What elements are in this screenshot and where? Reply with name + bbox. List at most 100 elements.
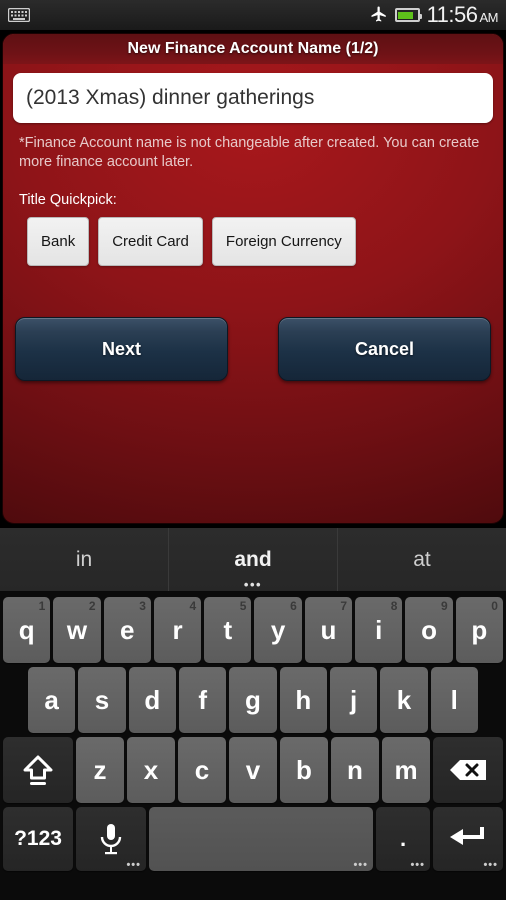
suggestion-item[interactable]: and ••• <box>168 528 337 591</box>
space-key[interactable]: ••• <box>149 807 373 871</box>
key-label: w <box>66 614 88 645</box>
shift-icon[interactable] <box>3 737 73 803</box>
key-label: o <box>421 614 437 645</box>
symbols-label: ?123 <box>14 827 62 850</box>
key-num-label: 7 <box>340 599 348 613</box>
key-z[interactable]: z <box>76 737 124 803</box>
key-label: y <box>270 614 286 645</box>
key-y[interactable]: 6y <box>254 597 302 663</box>
key-label: g <box>245 684 261 715</box>
key-label: z <box>93 754 107 785</box>
key-u[interactable]: 7u <box>304 597 353 663</box>
keyboard-row-1: 1q 2w 3e 4r 5t 6y 7u 8i 9o 0p <box>0 597 506 663</box>
period-label: . <box>399 826 407 851</box>
key-more-icon: ••• <box>483 859 498 871</box>
status-clock: 11:56 AM <box>427 2 499 28</box>
key-label: b <box>296 754 312 785</box>
quickpick-credit-card-button[interactable]: Credit Card <box>98 217 203 267</box>
key-label: v <box>245 754 261 785</box>
key-q[interactable]: 1q <box>3 597 51 663</box>
quickpick-bank-button[interactable]: Bank <box>27 217 90 267</box>
symbols-key[interactable]: ?123 <box>3 807 73 871</box>
key-label: n <box>347 754 363 785</box>
keyboard-row-3: z x c v b n m <box>0 737 506 803</box>
soft-keyboard: in and ••• at 1q 2w 3e 4r 5t 6y 7u 8i 9o… <box>0 528 506 900</box>
new-finance-account-dialog: New Finance Account Name (1/2) (2013 Xma… <box>2 33 504 524</box>
key-label: h <box>295 684 312 715</box>
key-label: u <box>320 614 337 645</box>
enter-return-icon[interactable]: ••• <box>433 807 503 871</box>
dialog-title-bar: New Finance Account Name (1/2) <box>3 34 503 64</box>
key-x[interactable]: x <box>127 737 175 803</box>
key-more-icon: ••• <box>353 859 368 871</box>
dialog-area: New Finance Account Name (1/2) (2013 Xma… <box>0 30 506 528</box>
key-num-label: 1 <box>38 599 46 613</box>
key-label: j <box>350 684 358 715</box>
key-label: c <box>194 754 210 785</box>
key-c[interactable]: c <box>178 737 226 803</box>
suggestion-item[interactable]: in <box>0 528 168 591</box>
airplane-mode-icon <box>370 5 388 26</box>
key-d[interactable]: d <box>128 667 176 733</box>
key-label: i <box>375 614 383 645</box>
backspace-icon[interactable] <box>433 737 503 803</box>
key-n[interactable]: n <box>331 737 379 803</box>
account-name-value: (2013 Xmas) dinner gatherings <box>26 86 315 109</box>
key-label: d <box>144 684 161 715</box>
next-button[interactable]: Next <box>15 317 228 381</box>
key-e[interactable]: 3e <box>103 597 151 663</box>
helper-text: *Finance Account name is not changeable … <box>19 135 480 170</box>
suggestion-more-icon: ••• <box>243 577 263 592</box>
key-g[interactable]: g <box>229 667 277 733</box>
battery-icon <box>394 8 422 22</box>
key-label: t <box>223 614 233 645</box>
key-label: k <box>396 684 412 715</box>
key-a[interactable]: a <box>28 667 76 733</box>
quickpick-foreign-currency-button[interactable]: Foreign Currency <box>211 217 356 267</box>
keyboard-row-4: ?123 ••• ••• . ••• ••• <box>0 807 506 871</box>
period-key[interactable]: . ••• <box>376 807 430 871</box>
dialog-action-row: Next Cancel <box>3 317 503 381</box>
suggestion-item[interactable]: at <box>337 528 506 591</box>
key-t[interactable]: 5t <box>204 597 252 663</box>
key-num-label: 5 <box>239 599 247 613</box>
microphone-icon[interactable]: ••• <box>76 807 146 871</box>
key-label: l <box>450 684 458 715</box>
key-num-label: 4 <box>189 599 197 613</box>
keyboard-icon <box>7 7 31 23</box>
suggestion-label: at <box>413 547 431 571</box>
page-title: New Finance Account Name (1/2) <box>127 40 379 57</box>
key-label: a <box>44 684 59 715</box>
key-r[interactable]: 4r <box>153 597 202 663</box>
key-l[interactable]: l <box>430 667 478 733</box>
key-p[interactable]: 0p <box>455 597 503 663</box>
suggestion-label: in <box>75 547 93 571</box>
key-label: f <box>198 684 207 715</box>
key-num-label: 3 <box>139 599 146 613</box>
cancel-button[interactable]: Cancel <box>278 317 491 381</box>
key-v[interactable]: v <box>229 737 277 803</box>
key-k[interactable]: k <box>380 667 428 733</box>
suggestion-bar: in and ••• at <box>0 528 506 592</box>
account-name-input[interactable]: (2013 Xmas) dinner gatherings <box>13 73 493 123</box>
key-num-label: 0 <box>491 599 498 613</box>
key-num-label: 6 <box>290 599 297 613</box>
key-more-icon: ••• <box>126 859 141 871</box>
key-o[interactable]: 9o <box>405 597 453 663</box>
key-j[interactable]: j <box>329 667 378 733</box>
key-num-label: 8 <box>390 599 398 613</box>
key-w[interactable]: 2w <box>53 597 101 663</box>
status-bar: 11:56 AM <box>0 0 506 30</box>
key-num-label: 2 <box>88 599 96 613</box>
key-f[interactable]: f <box>178 667 227 733</box>
key-label: q <box>18 614 35 645</box>
key-label: r <box>172 614 183 645</box>
key-i[interactable]: 8i <box>355 597 403 663</box>
key-b[interactable]: b <box>280 737 328 803</box>
key-num-label: 9 <box>440 599 448 613</box>
key-h[interactable]: h <box>279 667 327 733</box>
clock-ampm: AM <box>479 10 499 25</box>
key-s[interactable]: s <box>78 667 126 733</box>
key-m[interactable]: m <box>382 737 430 803</box>
quickpick-row: Bank Credit Card Foreign Currency <box>27 217 503 267</box>
